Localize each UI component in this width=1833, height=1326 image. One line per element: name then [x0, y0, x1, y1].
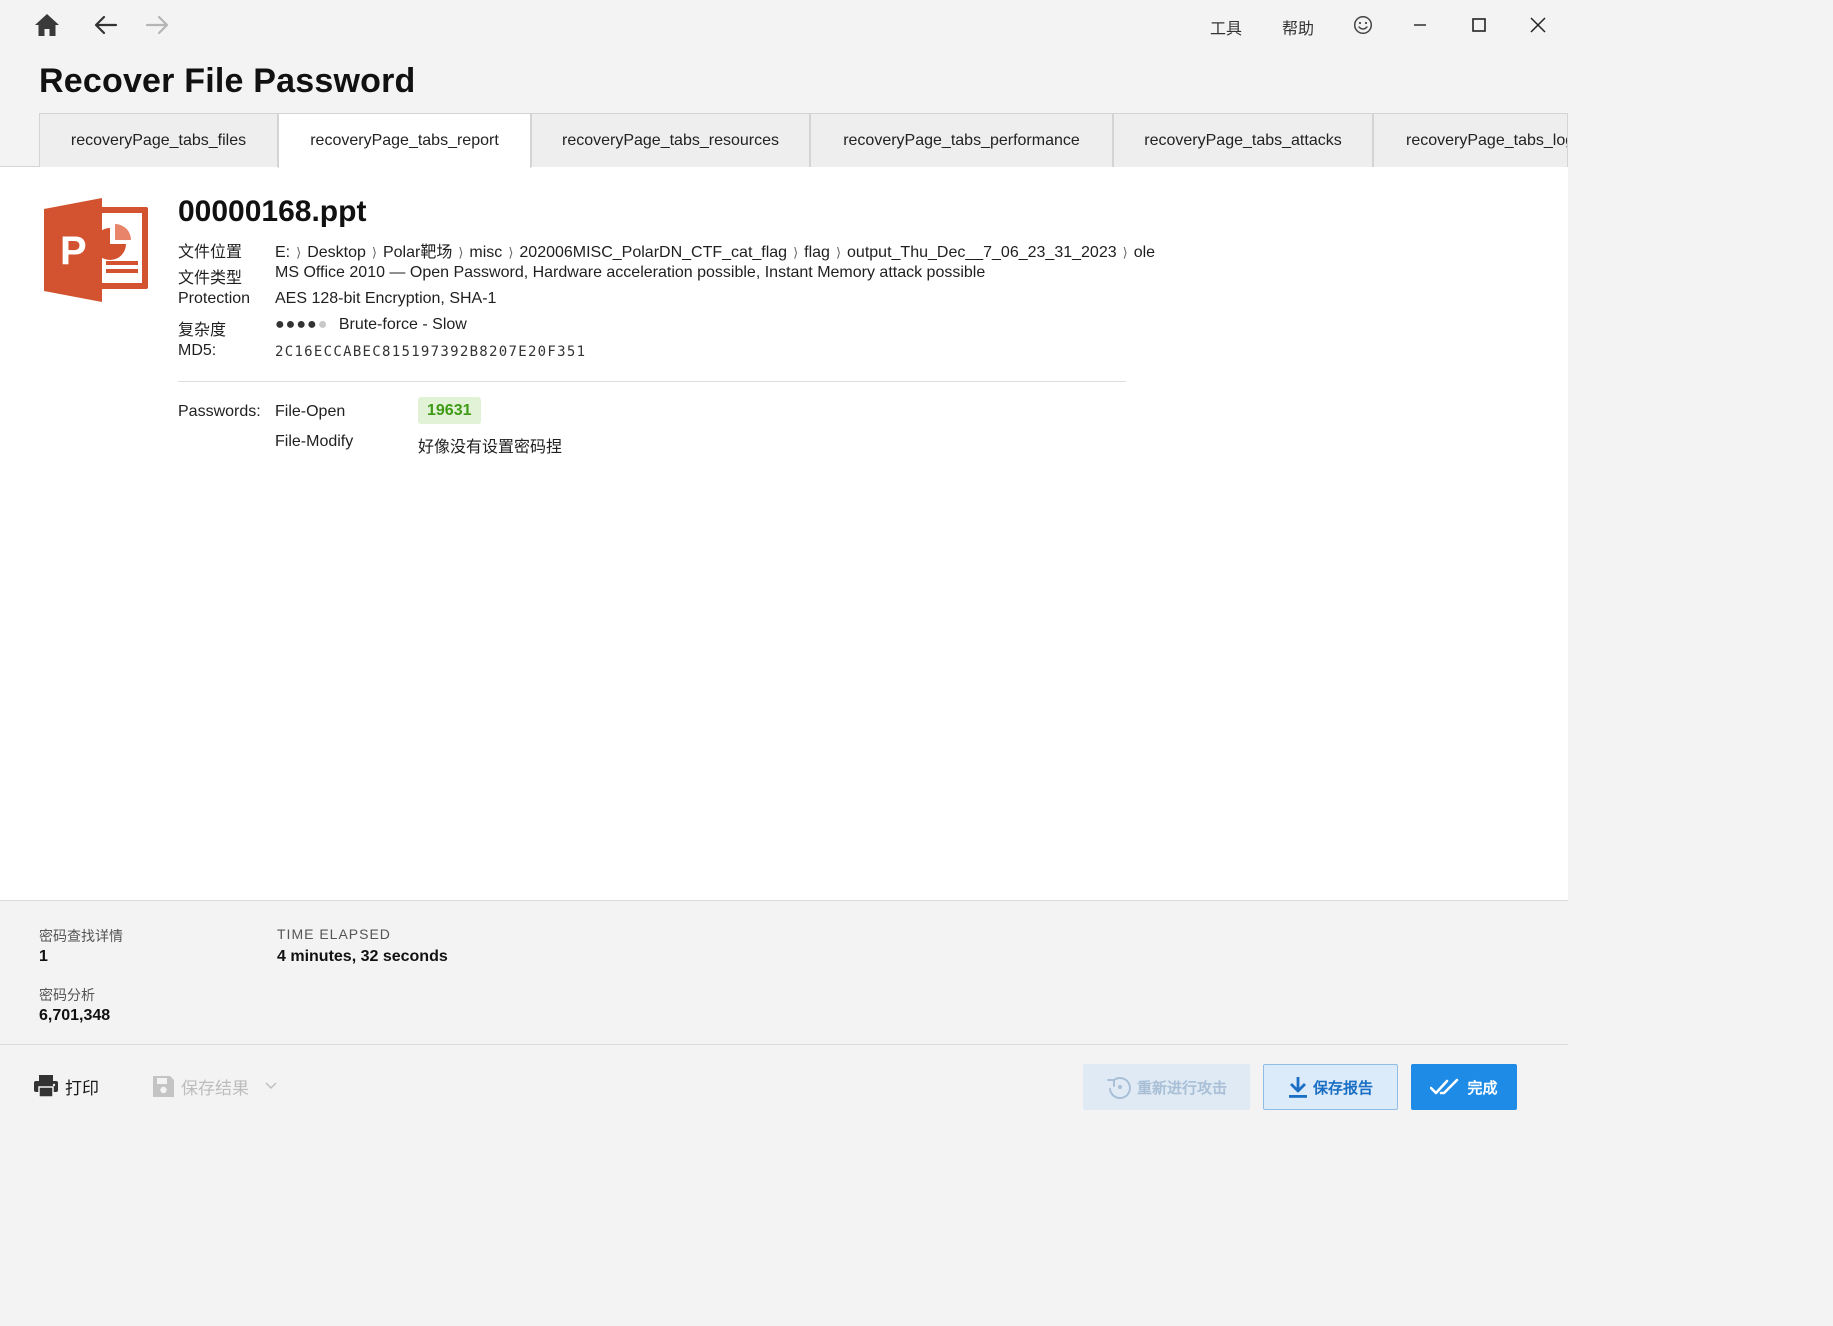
breadcrumb-separator-icon: ⟩ [458, 245, 464, 260]
tab-report[interactable]: recoveryPage_tabs_report [278, 113, 531, 168]
smiley-icon [1353, 15, 1373, 35]
passwords-analyzed-label: 密码分析 [39, 987, 95, 1003]
done-button[interactable]: 完成 [1411, 1064, 1517, 1110]
footer-bar: 打印 保存结果 重新进行攻击 保存报告 完成 [0, 1046, 1568, 1134]
password-modify-value: 好像没有设置密码捏 [418, 439, 563, 456]
tab-log[interactable]: recoveryPage_tabs_log [1373, 113, 1568, 167]
restart-icon [1106, 1077, 1131, 1099]
breadcrumb-item[interactable]: E: [275, 244, 290, 261]
breadcrumb-item[interactable]: flag [804, 244, 830, 261]
passwords-analyzed-value: 6,701,348 [39, 1007, 111, 1024]
breadcrumb-separator-icon: ⟩ [835, 245, 842, 260]
password-modify-type: File-Modify [275, 433, 354, 450]
app-window: 工具 帮助 Recover File Password recoveryPage… [0, 0, 1568, 1134]
powerpoint-icon: P [44, 198, 148, 302]
complexity-dot: ● [285, 316, 297, 333]
passwords-found-value: 1 [39, 948, 48, 965]
breadcrumb-item[interactable]: output_Thu_Dec__7_06_23_31_2023 [847, 244, 1117, 261]
report-panel: P 00000168.ppt 文件位置 E: ⟩ Desktop ⟩ Polar靶场 ⟩ m… [0, 167, 1568, 900]
maximize-button[interactable] [1459, 8, 1499, 42]
complexity-dot: ● [317, 316, 329, 333]
tab-attacks[interactable]: recoveryPage_tabs_attacks [1113, 113, 1373, 167]
protection-label: Protection [178, 290, 251, 307]
close-icon [1530, 17, 1546, 33]
breadcrumb-item[interactable]: 202006MISC_PolarDN_CTF_cat_flag [519, 244, 787, 261]
passwords-label: Passwords: [178, 403, 261, 420]
md5-value: 2C16ECCABEC815197392B8207E20F351 [275, 344, 587, 360]
time-elapsed-label: TIME ELAPSED [277, 926, 391, 942]
double-check-icon [1430, 1078, 1459, 1095]
page-title: Recover File Password [39, 62, 416, 100]
retry-attack-label: 重新进行攻击 [1136, 1079, 1227, 1097]
breadcrumb-separator-icon: ⟩ [1122, 245, 1128, 260]
menu-help[interactable]: 帮助 [1282, 15, 1314, 39]
location-row: 文件位置 E: ⟩ Desktop ⟩ Polar靶场 ⟩ misc ⟩ 202006MISC_… [178, 238, 1155, 262]
maximize-icon [1472, 18, 1486, 32]
minimize-button[interactable] [1400, 8, 1440, 42]
breadcrumb-separator-icon: ⟩ [793, 245, 799, 260]
divider [178, 381, 1126, 382]
breadcrumb-item[interactable]: Polar靶场 [383, 244, 452, 261]
download-icon [1288, 1077, 1307, 1098]
save-results-label: 保存结果 [181, 1078, 249, 1098]
printer-icon [34, 1075, 58, 1098]
minimize-icon [1414, 24, 1426, 26]
feedback-button[interactable] [1346, 8, 1380, 42]
chevron-down-icon[interactable] [265, 1082, 277, 1090]
arrow-left-icon [94, 15, 118, 35]
complexity-label: 复杂度 [178, 322, 227, 339]
type-value: MS Office 2010 — Open Password, Hardware… [275, 264, 986, 281]
breadcrumb-separator-icon: ⟩ [371, 245, 377, 260]
back-button[interactable] [89, 8, 123, 42]
password-open-type: File-Open [275, 403, 346, 420]
passwords-found-label: 密码查找详情 [39, 928, 123, 944]
tab-files[interactable]: recoveryPage_tabs_files [39, 113, 278, 167]
breadcrumb-item[interactable]: Desktop [307, 244, 366, 261]
breadcrumb-item[interactable]: ole [1134, 244, 1155, 261]
tab-performance[interactable]: recoveryPage_tabs_performance [810, 113, 1113, 167]
print-label: 打印 [65, 1078, 99, 1098]
home-button[interactable] [30, 8, 64, 42]
tab-resources[interactable]: recoveryPage_tabs_resources [531, 113, 810, 167]
save-results-button[interactable]: 保存结果 [152, 1072, 277, 1100]
home-icon [35, 14, 59, 36]
retry-attack-button[interactable]: 重新进行攻击 [1083, 1064, 1250, 1110]
forward-button[interactable] [140, 8, 174, 42]
close-button[interactable] [1518, 8, 1558, 42]
complexity-dot: ● [275, 316, 286, 333]
complexity-value: Brute-force - Slow [338, 316, 467, 333]
location-breadcrumb[interactable]: E: ⟩ Desktop ⟩ Polar靶场 ⟩ misc ⟩ 202006MISC_Polar… [275, 238, 1155, 262]
powerpoint-letter: P [60, 229, 87, 273]
tab-bar: recoveryPage_tabs_files recoveryPage_tab… [0, 113, 1568, 168]
breadcrumb-separator-icon: ⟩ [296, 245, 302, 260]
title-bar: 工具 帮助 [0, 0, 1568, 50]
protection-value: AES 128-bit Encryption, SHA-1 [275, 290, 497, 307]
print-button[interactable]: 打印 [33, 1072, 99, 1100]
complexity-dot: ● [307, 316, 318, 333]
complexity-dot: ● [296, 316, 308, 333]
save-report-button[interactable]: 保存报告 [1263, 1064, 1398, 1110]
breadcrumb-separator-icon: ⟩ [508, 245, 514, 260]
floppy-disk-icon [153, 1075, 174, 1097]
arrow-right-icon [145, 15, 169, 35]
type-label: 文件类型 [178, 270, 243, 287]
breadcrumb-item[interactable]: misc [469, 244, 502, 261]
md5-label: MD5: [178, 342, 217, 359]
password-open-value[interactable]: 19631 [418, 397, 481, 424]
menu-tools[interactable]: 工具 [1210, 15, 1242, 39]
stats-panel: 密码查找详情 1 密码分析 6,701,348 TIME ELAPSED 4 m… [0, 900, 1568, 1045]
save-report-label: 保存报告 [1312, 1079, 1373, 1097]
file-name: 00000168.ppt [178, 195, 367, 228]
location-label: 文件位置 [178, 244, 243, 261]
time-elapsed-value: 4 minutes, 32 seconds [277, 948, 448, 965]
done-label: 完成 [1467, 1079, 1498, 1097]
complexity-meter: ●●●●● [275, 316, 328, 333]
